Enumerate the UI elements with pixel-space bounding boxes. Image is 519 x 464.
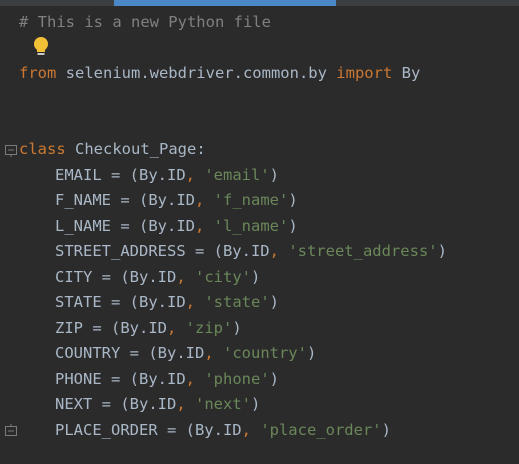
keyword-import: import — [336, 64, 393, 82]
code-line-field[interactable]: L_NAME = (By.ID, 'l_name') — [19, 214, 298, 238]
field-assignment: NEXT = (By.ID — [55, 395, 177, 413]
string-literal: 'state' — [195, 293, 270, 311]
comma: , — [241, 421, 251, 439]
code-line-comment[interactable]: # This is a new Python file — [19, 10, 271, 34]
code-line-field[interactable]: ZIP = (By.ID, 'zip') — [19, 316, 242, 340]
class-name: Checkout_Page: — [65, 140, 206, 158]
close-paren: ) — [251, 395, 261, 413]
keyword-from: from — [19, 64, 57, 82]
close-paren: ) — [288, 217, 298, 235]
code-line-field[interactable]: STREET_ADDRESS = (By.ID, 'street_address… — [19, 239, 447, 263]
string-literal: 'zip' — [176, 319, 233, 337]
comma: , — [185, 370, 195, 388]
lightbulb-icon[interactable] — [30, 35, 52, 59]
close-paren: ) — [269, 370, 279, 388]
close-paren: ) — [306, 344, 317, 362]
field-assignment: STATE = (By.ID — [55, 293, 186, 311]
field-assignment: PLACE_ORDER = (By.ID — [55, 421, 242, 439]
close-paren: ) — [288, 191, 298, 209]
field-assignment: COUNTRY = (By.ID — [55, 344, 205, 362]
comma: , — [176, 268, 186, 286]
code-line-field[interactable]: STATE = (By.ID, 'state') — [19, 290, 279, 314]
fold-end-marker-icon[interactable] — [5, 424, 17, 436]
string-literal: 'country' — [213, 344, 307, 362]
field-assignment: EMAIL = (By.ID — [55, 166, 186, 184]
close-paren: ) — [269, 293, 279, 311]
string-literal: 'phone' — [195, 370, 270, 388]
close-paren: ) — [437, 242, 447, 260]
string-literal: 'next' — [185, 395, 251, 413]
field-assignment: CITY = (By.ID — [55, 268, 177, 286]
code-line-field[interactable]: PHONE = (By.ID, 'phone') — [19, 367, 279, 391]
close-paren: ) — [269, 166, 279, 184]
field-assignment: F_NAME = (By.ID — [55, 191, 195, 209]
string-literal: 'city' — [185, 268, 251, 286]
field-assignment: L_NAME = (By.ID — [55, 217, 195, 235]
code-line-class[interactable]: class Checkout_Page: — [19, 137, 206, 161]
close-paren: ) — [232, 319, 242, 337]
imported-name: By — [392, 64, 421, 82]
comma: , — [185, 293, 195, 311]
comma: , — [166, 319, 177, 337]
close-paren: ) — [381, 421, 391, 439]
code-line-field[interactable]: COUNTRY = (By.ID, 'country') — [19, 341, 316, 365]
string-literal: 'l_name' — [204, 217, 289, 235]
code-editor[interactable]: # This is a new Python file from seleniu… — [0, 0, 519, 464]
keyword-class: class — [19, 140, 66, 158]
code-line-import[interactable]: from selenium.webdriver.common.by import… — [19, 61, 420, 85]
horizontal-scroll-thumb[interactable] — [114, 0, 336, 6]
module-name: selenium.webdriver.common.by — [56, 64, 337, 82]
comma: , — [269, 242, 279, 260]
comma: , — [185, 166, 195, 184]
code-line-field[interactable]: PLACE_ORDER = (By.ID, 'place_order') — [19, 418, 391, 442]
fold-marker-icon[interactable] — [5, 145, 17, 157]
code-line-field[interactable]: CITY = (By.ID, 'city') — [19, 265, 260, 289]
close-paren: ) — [251, 268, 261, 286]
field-assignment: STREET_ADDRESS = (By.ID — [55, 242, 270, 260]
comma: , — [176, 395, 186, 413]
field-assignment: ZIP = (By.ID — [55, 319, 167, 337]
code-line-field[interactable]: EMAIL = (By.ID, 'email') — [19, 163, 279, 187]
string-literal: 'f_name' — [204, 191, 289, 209]
string-literal: 'street_address' — [278, 242, 438, 260]
field-assignment: PHONE = (By.ID — [55, 370, 186, 388]
comma: , — [194, 191, 205, 209]
comma: , — [194, 217, 205, 235]
code-line-field[interactable]: NEXT = (By.ID, 'next') — [19, 392, 260, 416]
string-literal: 'place_order' — [250, 421, 382, 439]
code-line-field[interactable]: F_NAME = (By.ID, 'f_name') — [19, 188, 298, 212]
string-literal: 'email' — [195, 166, 270, 184]
comma: , — [204, 344, 214, 362]
